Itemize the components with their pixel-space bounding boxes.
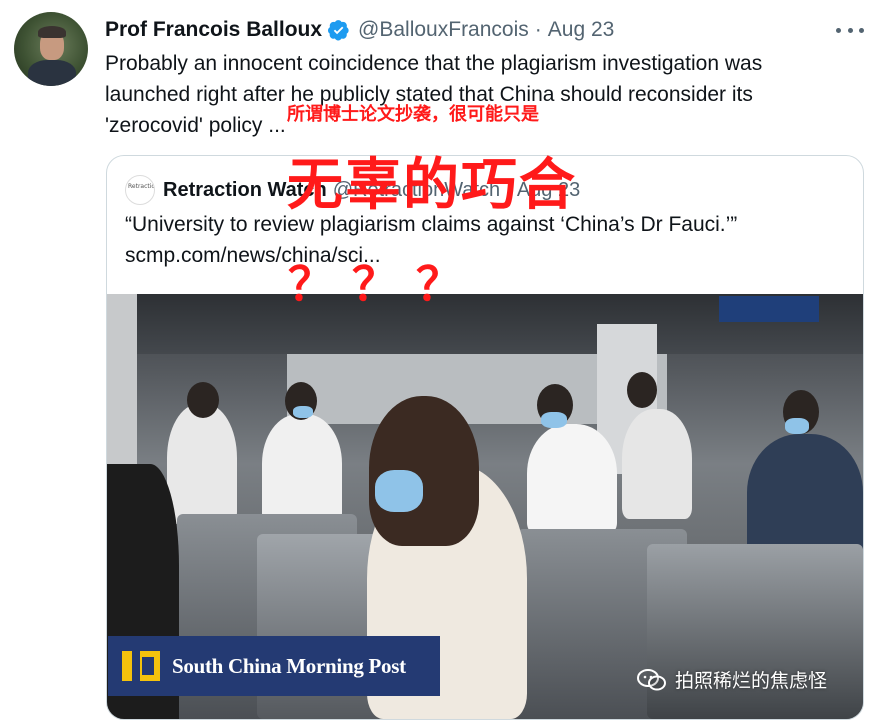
publisher-name: South China Morning Post — [172, 653, 406, 678]
separator-dot: · — [534, 18, 542, 41]
avatar-shirt — [28, 60, 76, 86]
photo-person — [622, 409, 692, 519]
tweet-date[interactable]: Aug 23 — [548, 18, 615, 42]
scmp-logo-icon — [122, 651, 160, 681]
watermark: 拍照稀烂的焦虑怪 — [637, 666, 827, 693]
overlay-caption-big: 无辜的巧合 — [287, 153, 577, 218]
author-avatar[interactable] — [14, 12, 88, 86]
more-options-icon[interactable] — [836, 18, 864, 42]
photo-person — [527, 424, 617, 534]
more-dot — [836, 27, 841, 33]
photo-person — [262, 414, 342, 524]
overlay-caption-small: 所谓博士论文抄袭，很可能只是 — [287, 104, 539, 125]
wechat-icon — [637, 668, 666, 690]
overlay-question-marks: ？？？ — [288, 257, 480, 311]
publisher-logo: South China Morning Post — [108, 636, 440, 696]
photo-face-mask — [785, 418, 809, 434]
photo-face-mask — [293, 406, 313, 418]
photo-face-mask — [375, 470, 423, 512]
more-dot — [847, 27, 853, 33]
quoted-author-avatar[interactable]: Retraction Watch — [125, 175, 155, 205]
author-name[interactable]: Prof Francois Balloux — [105, 18, 322, 42]
photo-person-head — [627, 372, 657, 408]
more-dot — [859, 27, 864, 33]
quoted-tweet-card[interactable]: Retraction Watch Retraction Watch @Retra… — [106, 155, 864, 720]
verified-badge-icon — [328, 20, 349, 41]
watermark-text: 拍照稀烂的焦虑怪 — [675, 670, 828, 692]
photo-station-sign — [719, 296, 819, 322]
photo-person-head — [187, 382, 219, 418]
author-handle[interactable]: @BallouxFrancois — [358, 18, 529, 42]
tweet-body: Probably an innocent coincidence that th… — [105, 52, 763, 137]
photo-face-mask — [541, 412, 567, 428]
news-photo[interactable]: South China Morning Post 拍照稀烂的焦虑怪 — [107, 294, 863, 719]
quoted-avatar-text: Retraction Watch — [128, 183, 155, 190]
avatar-hair — [38, 26, 66, 38]
photo-person — [167, 404, 237, 524]
tweet-header: Prof Francois Balloux @BallouxFrancois ·… — [105, 14, 614, 46]
